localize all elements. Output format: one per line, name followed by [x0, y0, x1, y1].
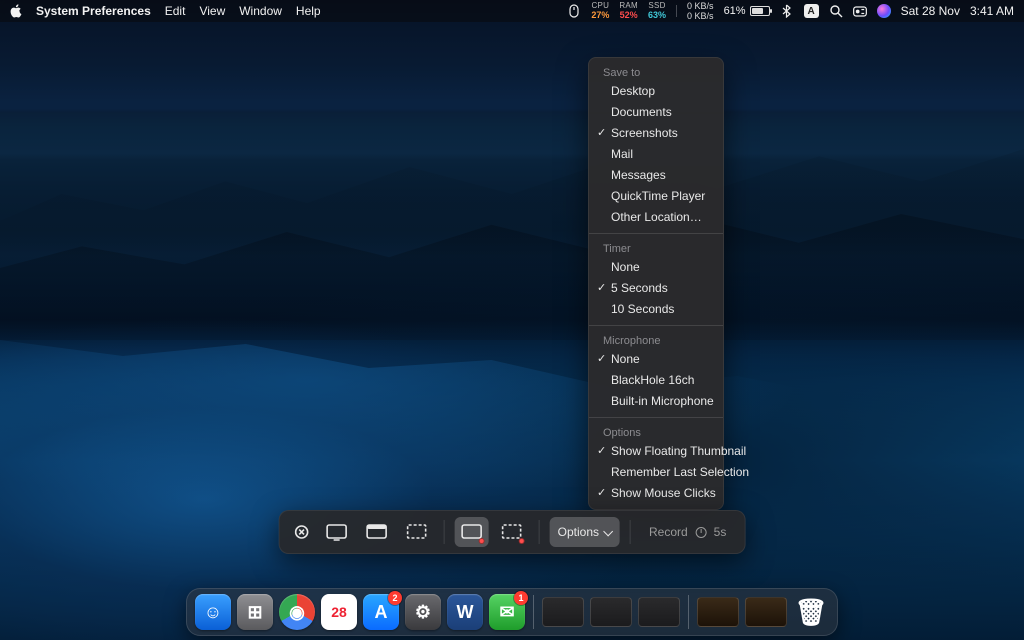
- menu-edit[interactable]: Edit: [165, 4, 186, 18]
- dock-stack[interactable]: [697, 597, 739, 627]
- popover-separator: [589, 417, 723, 418]
- control-center-icon[interactable]: [853, 4, 867, 18]
- toolbar-separator: [630, 520, 631, 544]
- popover-item[interactable]: Show Mouse Clicks: [589, 483, 723, 504]
- menu-bar: System Preferences Edit View Window Help…: [0, 0, 1024, 22]
- popover-item[interactable]: 10 Seconds: [589, 299, 723, 320]
- popover-separator: [589, 325, 723, 326]
- dock-app-finder[interactable]: ☺: [195, 594, 231, 630]
- dock-app-calendar[interactable]: 28: [321, 594, 357, 630]
- popover-item[interactable]: Messages: [589, 165, 723, 186]
- popover-item[interactable]: None: [589, 257, 723, 278]
- dock-app-messages[interactable]: ✉1: [489, 594, 525, 630]
- record-button[interactable]: Record5s: [641, 517, 734, 547]
- popover-item[interactable]: 5 Seconds: [589, 278, 723, 299]
- siri-icon[interactable]: [877, 4, 891, 18]
- dock-app-launchpad[interactable]: ⊞: [237, 594, 273, 630]
- battery-status[interactable]: 61%: [724, 5, 770, 17]
- capture-entire-screen-button[interactable]: [320, 517, 354, 547]
- mouse-status-icon[interactable]: [567, 4, 581, 18]
- popover-item[interactable]: None: [589, 349, 723, 370]
- menubar-date[interactable]: Sat 28 Nov: [901, 4, 960, 18]
- dock-stack[interactable]: [745, 597, 787, 627]
- dock-app-chrome[interactable]: ◉: [279, 594, 315, 630]
- dock-minimized-window[interactable]: [590, 597, 632, 627]
- close-toolbar-button[interactable]: [290, 517, 314, 547]
- record-selection-button[interactable]: [495, 517, 529, 547]
- dock-separator: [688, 595, 689, 629]
- dock: ☺⊞◉28A2⚙W✉1 🗑: [186, 588, 838, 636]
- menubar-time[interactable]: 3:41 AM: [970, 4, 1014, 18]
- popover-item[interactable]: Show Floating Thumbnail: [589, 441, 723, 462]
- timer-icon: [696, 527, 707, 538]
- chevron-down-icon: [604, 526, 614, 536]
- ram-usage[interactable]: RAM52%: [619, 2, 638, 20]
- popover-item[interactable]: Remember Last Selection: [589, 462, 723, 483]
- popover-section-title: Options: [589, 423, 723, 441]
- spotlight-icon[interactable]: [829, 4, 843, 18]
- record-indicator-icon: [479, 538, 485, 544]
- network-usage[interactable]: 0 KB/s 0 KB/s: [687, 2, 714, 21]
- screenshot-toolbar: Options Record5s: [279, 510, 746, 554]
- options-button[interactable]: Options: [550, 517, 620, 547]
- popover-item[interactable]: Mail: [589, 144, 723, 165]
- popover-section-title: Microphone: [589, 331, 723, 349]
- screenshot-options-popover: Save toDesktopDocumentsScreenshotsMailMe…: [588, 57, 724, 510]
- cpu-usage[interactable]: CPU27%: [591, 2, 609, 20]
- popover-item[interactable]: QuickTime Player: [589, 186, 723, 207]
- record-entire-screen-button[interactable]: [455, 517, 489, 547]
- toolbar-separator: [539, 520, 540, 544]
- menubar-divider: [676, 5, 677, 17]
- popover-section-title: Save to: [589, 63, 723, 81]
- popover-item[interactable]: Other Location…: [589, 207, 723, 228]
- menu-view[interactable]: View: [199, 4, 225, 18]
- bluetooth-icon[interactable]: [780, 4, 794, 18]
- dock-minimized-window[interactable]: [542, 597, 584, 627]
- active-app-name[interactable]: System Preferences: [36, 4, 151, 18]
- popover-item[interactable]: Built-in Microphone: [589, 391, 723, 412]
- apple-menu-icon[interactable]: [10, 4, 22, 18]
- dock-badge: 1: [514, 591, 528, 605]
- dock-trash[interactable]: 🗑: [793, 594, 829, 630]
- ssd-usage[interactable]: SSD63%: [648, 2, 666, 20]
- popover-item[interactable]: Screenshots: [589, 123, 723, 144]
- dock-app-appstore[interactable]: A2: [363, 594, 399, 630]
- record-indicator-icon: [519, 538, 525, 544]
- input-source-icon[interactable]: A: [804, 4, 819, 18]
- popover-separator: [589, 233, 723, 234]
- menu-window[interactable]: Window: [239, 4, 282, 18]
- popover-section-title: Timer: [589, 239, 723, 257]
- dock-separator: [533, 595, 534, 629]
- menu-help[interactable]: Help: [296, 4, 321, 18]
- toolbar-separator: [444, 520, 445, 544]
- dock-minimized-window[interactable]: [638, 597, 680, 627]
- capture-window-button[interactable]: [360, 517, 394, 547]
- popover-item[interactable]: Documents: [589, 102, 723, 123]
- dock-badge: 2: [388, 591, 402, 605]
- dock-app-settings[interactable]: ⚙: [405, 594, 441, 630]
- capture-selection-button[interactable]: [400, 517, 434, 547]
- dock-app-word[interactable]: W: [447, 594, 483, 630]
- popover-item[interactable]: Desktop: [589, 81, 723, 102]
- popover-item[interactable]: BlackHole 16ch: [589, 370, 723, 391]
